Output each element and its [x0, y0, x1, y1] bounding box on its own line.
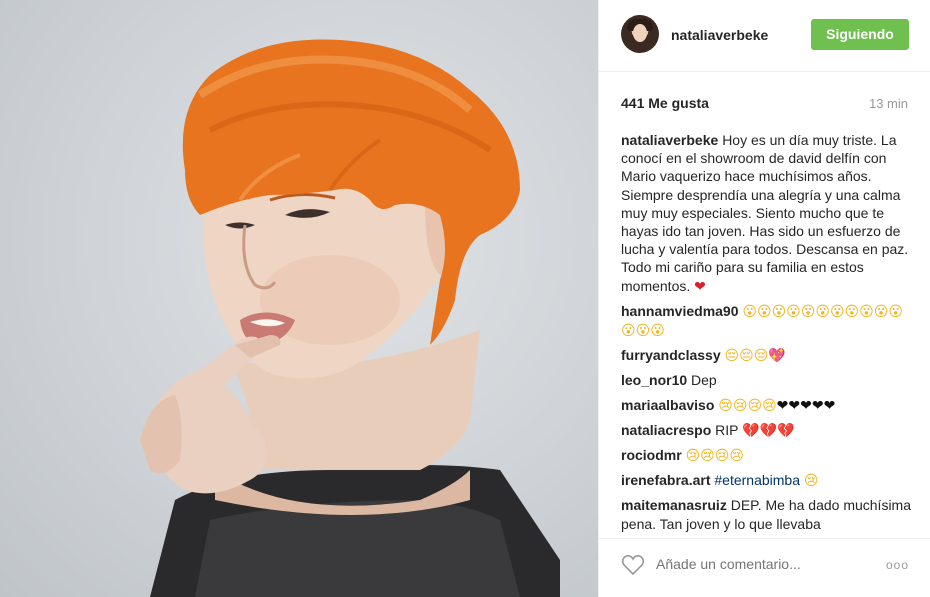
- comment-caption: nataliaverbeke Hoy es un día muy triste.…: [621, 131, 913, 296]
- crying-face-emoji: 😢😢😢😢: [718, 397, 777, 414]
- heart-outline-icon[interactable]: [621, 554, 645, 576]
- comment-username[interactable]: nataliacrespo: [621, 422, 711, 438]
- comment: hannamviedma90 😮😮😮😮😮😮😮😮😮😮😮😮😮😮: [621, 302, 913, 340]
- comment-text: RIP: [715, 421, 743, 438]
- comment: mariaalbaviso 😢😢😢😢❤❤❤❤❤: [621, 396, 913, 415]
- black-heart-emoji: ❤❤❤❤❤: [776, 397, 836, 414]
- comments-list: nataliaverbeke Hoy es un día muy triste.…: [621, 131, 913, 539]
- comment-username[interactable]: leo_nor10: [621, 372, 687, 388]
- comment-username[interactable]: rociodmr: [621, 447, 682, 463]
- post-username[interactable]: nataliaverbeke: [671, 27, 768, 43]
- comment-text: Dep: [691, 372, 717, 389]
- comment-username[interactable]: mariaalbaviso: [621, 397, 714, 413]
- post-side-panel: nataliaverbeke Siguiendo 441 Me gusta 13…: [598, 0, 930, 597]
- crying-face-emoji: 😢: [803, 473, 819, 490]
- post-header: nataliaverbeke Siguiendo: [599, 0, 930, 72]
- comment: irenefabra.art #eternabimba 😢: [621, 471, 913, 490]
- comment-username[interactable]: hannamviedma90: [621, 303, 739, 319]
- comment-input[interactable]: [656, 556, 876, 572]
- post-photo[interactable]: [0, 0, 598, 597]
- post-time[interactable]: 13 min: [869, 96, 908, 111]
- likes-count[interactable]: 441 Me gusta: [621, 95, 709, 111]
- comment: rociodmr 😢😢😢😢: [621, 446, 913, 465]
- comment-username[interactable]: furryandclassy: [621, 347, 721, 363]
- following-button[interactable]: Siguiendo: [811, 19, 909, 50]
- portrait-illustration: [140, 39, 560, 597]
- comment-text: Hoy es un día muy triste. La conocí en e…: [621, 132, 909, 294]
- comment: nataliacrespo RIP 💔💔💔: [621, 421, 913, 440]
- comment-username[interactable]: nataliaverbeke: [621, 132, 718, 148]
- more-options-icon[interactable]: ooo: [886, 558, 909, 572]
- comment-username[interactable]: maitemanasruiz: [621, 497, 727, 513]
- avatar[interactable]: [621, 15, 659, 53]
- comment-composer: ooo: [599, 538, 930, 597]
- comment-username[interactable]: irenefabra.art: [621, 472, 710, 488]
- red-heart-emoji: ❤: [694, 278, 706, 295]
- pensive-face-emoji: 😔😔😔💖: [724, 348, 786, 365]
- comment: maitemanasruiz DEP. Me ha dado muchísima…: [621, 496, 913, 532]
- crying-face-emoji: 😢😢😢😢: [685, 448, 744, 465]
- hashtag-link[interactable]: #eternabimba: [714, 472, 800, 488]
- comment: leo_nor10 Dep: [621, 371, 913, 389]
- broken-heart-emoji: 💔💔💔: [742, 422, 795, 439]
- comment: furryandclassy 😔😔😔💖: [621, 346, 913, 365]
